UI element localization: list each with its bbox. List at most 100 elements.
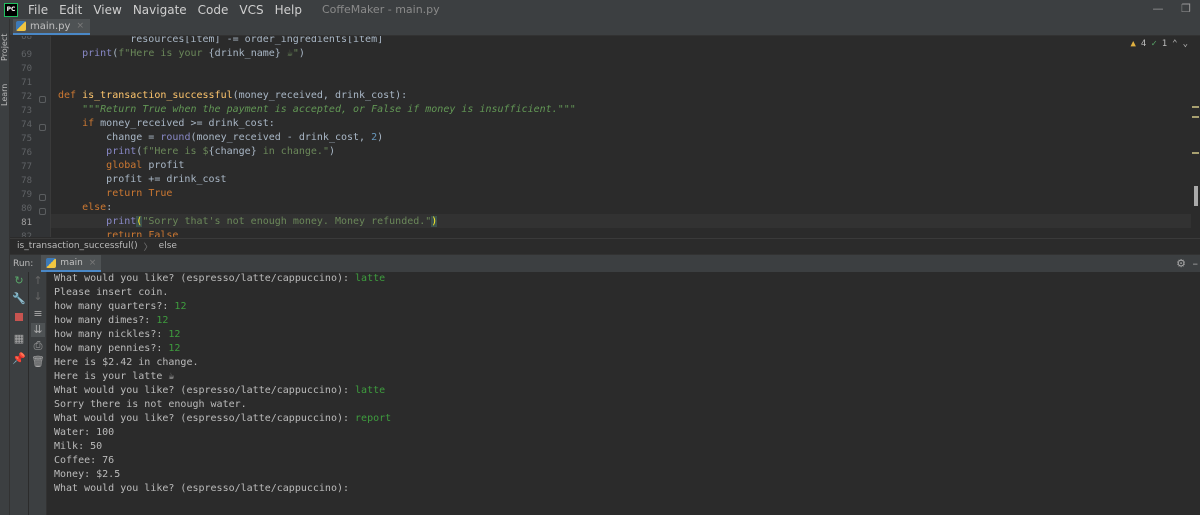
console-line: Please insert coin. [54, 287, 169, 298]
line-number: 74 [21, 120, 32, 130]
console-line: how many dimes?: 12 [54, 315, 169, 326]
user-input: report [355, 413, 392, 424]
code-line-82: return False [106, 230, 179, 237]
run-console-output[interactable]: What would you like? (espresso/latte/cap… [47, 272, 1200, 515]
code-line-78: profit += drink_cost [58, 174, 227, 185]
console-prompt-line: What would you like? (espresso/latte/cap… [54, 483, 356, 494]
scrollbar-thumb[interactable] [1194, 186, 1198, 206]
console-line: What would you like? (espresso/latte/cap… [54, 385, 386, 396]
rerun-icon[interactable]: ↻ [12, 274, 26, 288]
python-run-icon [46, 257, 57, 268]
menu-edit[interactable]: Edit [59, 3, 82, 17]
user-input: 12 [156, 315, 169, 326]
fold-marker-icon[interactable] [39, 194, 46, 201]
scroll-marker[interactable] [1192, 116, 1199, 118]
layout-icon[interactable]: ▦ [12, 332, 26, 346]
user-input: 12 [168, 329, 181, 340]
line-number: 68 [21, 36, 32, 42]
console-line: Coffee: 76 [54, 455, 115, 466]
arrow-down-icon[interactable]: ↓ [31, 290, 45, 304]
breadcrumb-function[interactable]: is_transaction_successful() [17, 241, 138, 251]
restore-button[interactable]: ❐ [1174, 1, 1198, 17]
line-number: 75 [21, 134, 32, 144]
line-number: 79 [21, 190, 32, 200]
console-line: how many quarters?: 12 [54, 301, 187, 312]
code-line-79: return True [106, 188, 173, 199]
breadcrumb-branch[interactable]: else [159, 241, 177, 251]
menu-vcs[interactable]: VCS [239, 3, 263, 17]
code-line-72: def is_transaction_successful(money_rece… [58, 90, 408, 101]
code-line-81: print("Sorry that's not enough money. Mo… [106, 216, 438, 227]
weak-warning-count: 1 [1161, 39, 1168, 49]
hide-panel-icon[interactable]: – [1193, 257, 1199, 270]
left-tool-strip: Project Learn [0, 19, 10, 515]
close-run-tab-icon[interactable]: × [89, 258, 97, 268]
learn-tool-tab[interactable]: Learn [0, 77, 9, 113]
user-input: latte [355, 273, 386, 284]
console-line: Here is your latte ☕ [54, 371, 175, 382]
editor-tab-bar: main.py × [10, 19, 1200, 36]
check-icon: ✓ [1151, 39, 1157, 49]
run-tab-label: main [60, 257, 83, 268]
line-number: 76 [21, 148, 32, 158]
breadcrumb: is_transaction_successful() 〉 else [10, 238, 1200, 253]
line-number: 70 [21, 64, 32, 74]
editor-gutter: 68 69 70 71 72 73 74 75 76 77 78 79 80 8… [10, 36, 51, 237]
pin-icon[interactable]: 📌 [12, 352, 26, 366]
console-line: Sorry there is not enough water. [54, 399, 247, 410]
menu-view[interactable]: View [93, 3, 121, 17]
menu-file[interactable]: File [28, 3, 48, 17]
fold-marker-icon[interactable] [39, 96, 46, 103]
menu-bar: PC File Edit View Navigate Code VCS Help… [0, 0, 1200, 19]
console-line: how many nickles?: 12 [54, 329, 181, 340]
python-file-icon [16, 21, 26, 31]
warning-icon: ▲ [1130, 39, 1136, 49]
line-number: 77 [21, 162, 32, 172]
warning-count: 4 [1140, 39, 1147, 49]
fold-marker-icon[interactable] [39, 124, 46, 131]
project-tool-tab[interactable]: Project [0, 23, 9, 71]
code-line-75: change = round(money_received - drink_co… [58, 132, 384, 143]
inspection-widget[interactable]: ▲ 4 ✓ 1 ⌃ ⌄ [1130, 39, 1188, 49]
print-icon[interactable]: ⎙ [31, 339, 45, 353]
line-number: 80 [21, 204, 32, 214]
stop-icon[interactable] [12, 311, 26, 325]
menu-help[interactable]: Help [275, 3, 302, 17]
user-input: 12 [174, 301, 187, 312]
editor-tab-label: main.py [30, 20, 71, 32]
line-number: 73 [21, 106, 32, 116]
soft-wrap-icon[interactable]: ≡ [31, 307, 45, 321]
chevron-down-icon[interactable]: ⌄ [1183, 39, 1188, 49]
menu-code[interactable]: Code [198, 3, 229, 17]
code-line-74: if money_received >= drink_cost: [82, 118, 275, 129]
line-number-current: 81 [21, 218, 32, 228]
arrow-up-icon[interactable]: ↑ [31, 274, 45, 288]
chevron-up-icon[interactable]: ⌃ [1172, 39, 1177, 49]
code-editor[interactable]: 68 69 70 71 72 73 74 75 76 77 78 79 80 8… [10, 36, 1200, 237]
console-line: Money: $2.5 [54, 469, 121, 480]
code-line-77: global profit [106, 160, 185, 171]
scroll-marker[interactable] [1192, 106, 1199, 108]
console-line: Water: 100 [54, 427, 115, 438]
editor-scrollbar[interactable] [1191, 36, 1200, 237]
console-line: how many pennies?: 12 [54, 343, 181, 354]
trash-icon[interactable]: 🗑 [31, 355, 45, 369]
close-tab-icon[interactable]: × [76, 21, 84, 31]
user-input: latte [355, 385, 386, 396]
menu-navigate[interactable]: Navigate [133, 3, 187, 17]
line-number: 72 [21, 92, 32, 102]
gear-icon[interactable]: ⚙ [1176, 257, 1186, 270]
editor-tab-main-py[interactable]: main.py × [13, 19, 90, 35]
run-tab-main[interactable]: main × [41, 255, 102, 272]
line-number: 78 [21, 176, 32, 186]
run-toolbar-primary: ↻ 🔧 ▦ 📌 [10, 272, 28, 515]
run-toolbar-secondary: ↑ ↓ ≡ ⇊ ⎙ 🗑 [29, 272, 47, 515]
line-number: 69 [21, 50, 32, 60]
app-logo-icon: PC [4, 2, 18, 17]
scroll-marker[interactable] [1192, 152, 1199, 154]
scroll-to-end-icon[interactable]: ⇊ [31, 323, 45, 337]
wrench-icon[interactable]: 🔧 [12, 292, 26, 306]
line-number: 82 [21, 232, 32, 237]
minimize-button[interactable]: — [1146, 1, 1170, 17]
fold-marker-icon[interactable] [39, 208, 46, 215]
